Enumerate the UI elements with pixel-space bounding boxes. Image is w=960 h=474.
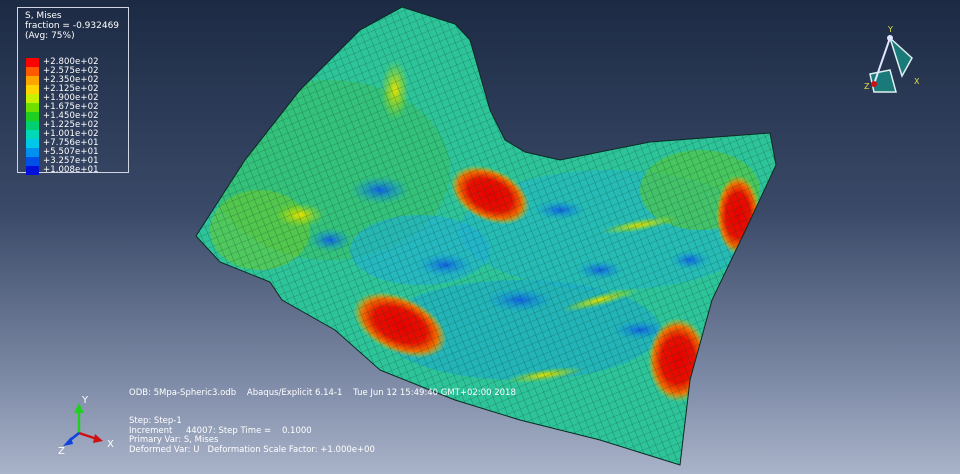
legend-color-swatch <box>26 58 39 67</box>
legend-color-swatch <box>26 148 39 157</box>
legend-fraction: fraction = -0.932469 <box>25 21 120 31</box>
viewport[interactable]: S, Mises fraction = -0.932469 (Avg: 75%)… <box>0 0 960 474</box>
legend-color-swatch <box>26 112 39 121</box>
view-triad-x-label: X <box>914 77 920 86</box>
view-triad-y-label: Y <box>887 25 893 34</box>
deformed-mesh-plot <box>195 6 777 466</box>
legend-color-swatch <box>26 139 39 148</box>
legend-color-swatch <box>26 130 39 139</box>
legend-color-swatch <box>26 76 39 85</box>
deformed-var-line: Deformed Var: U Deformation Scale Factor… <box>129 444 375 455</box>
legend-entry: +1.008e+01 <box>26 165 126 175</box>
legend-color-swatch <box>26 121 39 130</box>
viewport-info-block: ODB: 5Mpa-Spheric3.odb Abaqus/Explicit 6… <box>129 388 516 456</box>
legend-value: +1.008e+01 <box>43 165 99 175</box>
global-axis-triad: Y X Z <box>58 395 114 457</box>
triad-z-label: Z <box>58 446 65 457</box>
triad-x-label: X <box>107 439 114 450</box>
view-manipulation-triad[interactable]: Y X Z <box>850 22 930 102</box>
legend-color-swatch <box>26 103 39 112</box>
legend-color-swatch <box>26 166 39 175</box>
legend-color-swatch <box>26 67 39 76</box>
legend-color-swatch <box>26 85 39 94</box>
legend-scale: +2.800e+02 +2.575e+02 +2.350e+02 +2.125e+02… <box>26 57 126 175</box>
odb-info-line: ODB: 5Mpa-Spheric3.odb Abaqus/Explicit 6… <box>129 388 516 398</box>
view-triad-z-label: Z <box>864 82 870 91</box>
legend-color-swatch <box>26 94 39 103</box>
legend-avg: (Avg: 75%) <box>25 31 75 41</box>
legend-title: S, Mises <box>25 11 62 21</box>
legend-color-swatch <box>26 157 39 166</box>
triad-y-label: Y <box>81 395 89 406</box>
contour-legend[interactable]: S, Mises fraction = -0.932469 (Avg: 75%)… <box>17 7 129 175</box>
